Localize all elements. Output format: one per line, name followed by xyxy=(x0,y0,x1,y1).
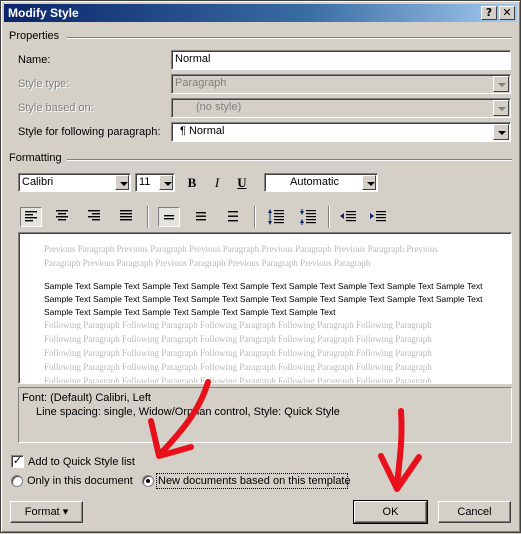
annotation-arrow-right xyxy=(394,408,405,488)
annotation-arrows xyxy=(148,379,422,492)
modify-style-dialog: Modify Style ? ✕ Properties Name: Normal… xyxy=(0,0,521,533)
annotation-arrow-left xyxy=(158,379,211,456)
